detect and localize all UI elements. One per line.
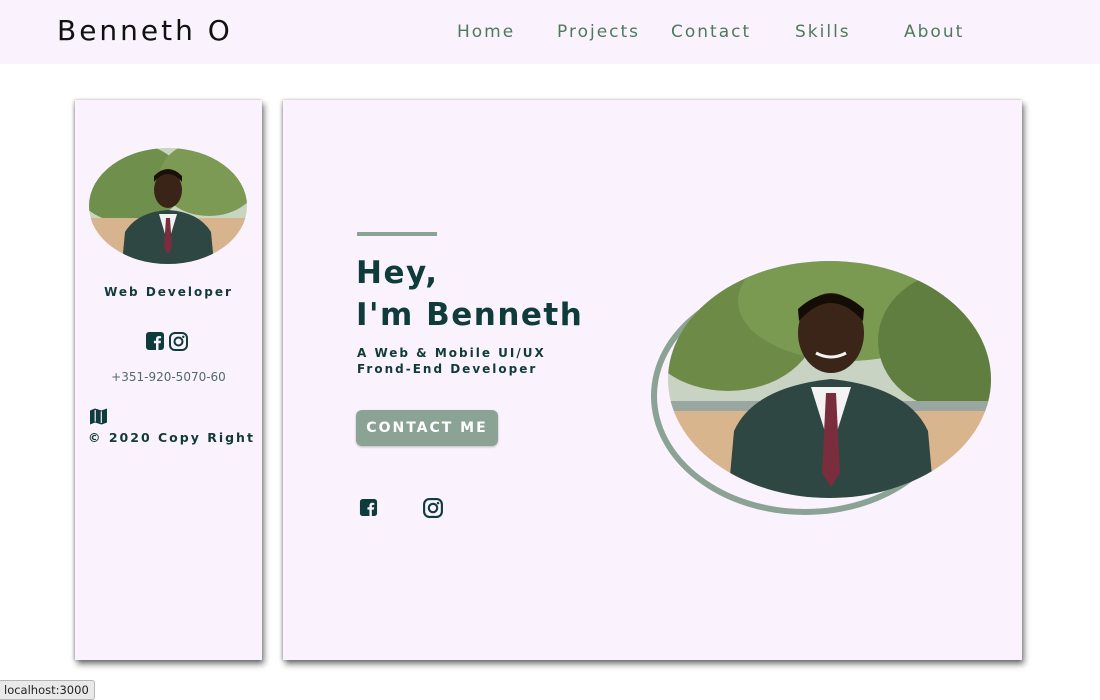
top-nav-bar: Benneth O Home Projects Contact Skills A…	[0, 0, 1100, 64]
map-icon[interactable]	[89, 407, 108, 430]
nav-skills[interactable]: Skills	[795, 22, 851, 42]
nav-contact[interactable]: Contact	[671, 22, 751, 42]
contact-me-button[interactable]: CONTACT ME	[356, 410, 498, 446]
hero-tagline: A Web & Mobile UI/UX Frond-End Developer	[357, 345, 546, 377]
copyright-text: © 2020 Copy Right	[88, 430, 255, 445]
instagram-icon[interactable]	[168, 331, 189, 356]
greeting-line-2: I'm Benneth	[356, 297, 584, 333]
nav-home[interactable]: Home	[457, 22, 515, 42]
brand-logo[interactable]: Benneth O	[57, 14, 233, 47]
hero-greeting: Hey, I'm Benneth	[356, 252, 583, 336]
greeting-line-1: Hey,	[356, 255, 439, 291]
hero-portrait	[668, 261, 991, 498]
facebook-icon[interactable]	[145, 331, 165, 356]
sidebar-social-links	[145, 331, 189, 356]
hero-card: Hey, I'm Benneth A Web & Mobile UI/UX Fr…	[283, 100, 1022, 660]
profile-avatar	[89, 148, 247, 264]
tagline-line-2: Frond-End Developer	[357, 362, 538, 376]
nav-projects[interactable]: Projects	[557, 22, 640, 42]
instagram-icon[interactable]	[422, 497, 444, 523]
facebook-icon[interactable]	[359, 498, 378, 521]
nav-about[interactable]: About	[904, 22, 964, 42]
role-title: Web Developer	[104, 285, 233, 299]
tagline-line-1: A Web & Mobile UI/UX	[357, 346, 546, 360]
phone-number[interactable]: +351-920-5070-60	[75, 370, 262, 384]
accent-divider	[357, 232, 437, 236]
profile-sidebar-card: Web Developer +351-920-5070-60 © 2020 Co…	[75, 100, 262, 660]
browser-status-url: localhost:3000	[0, 680, 95, 700]
